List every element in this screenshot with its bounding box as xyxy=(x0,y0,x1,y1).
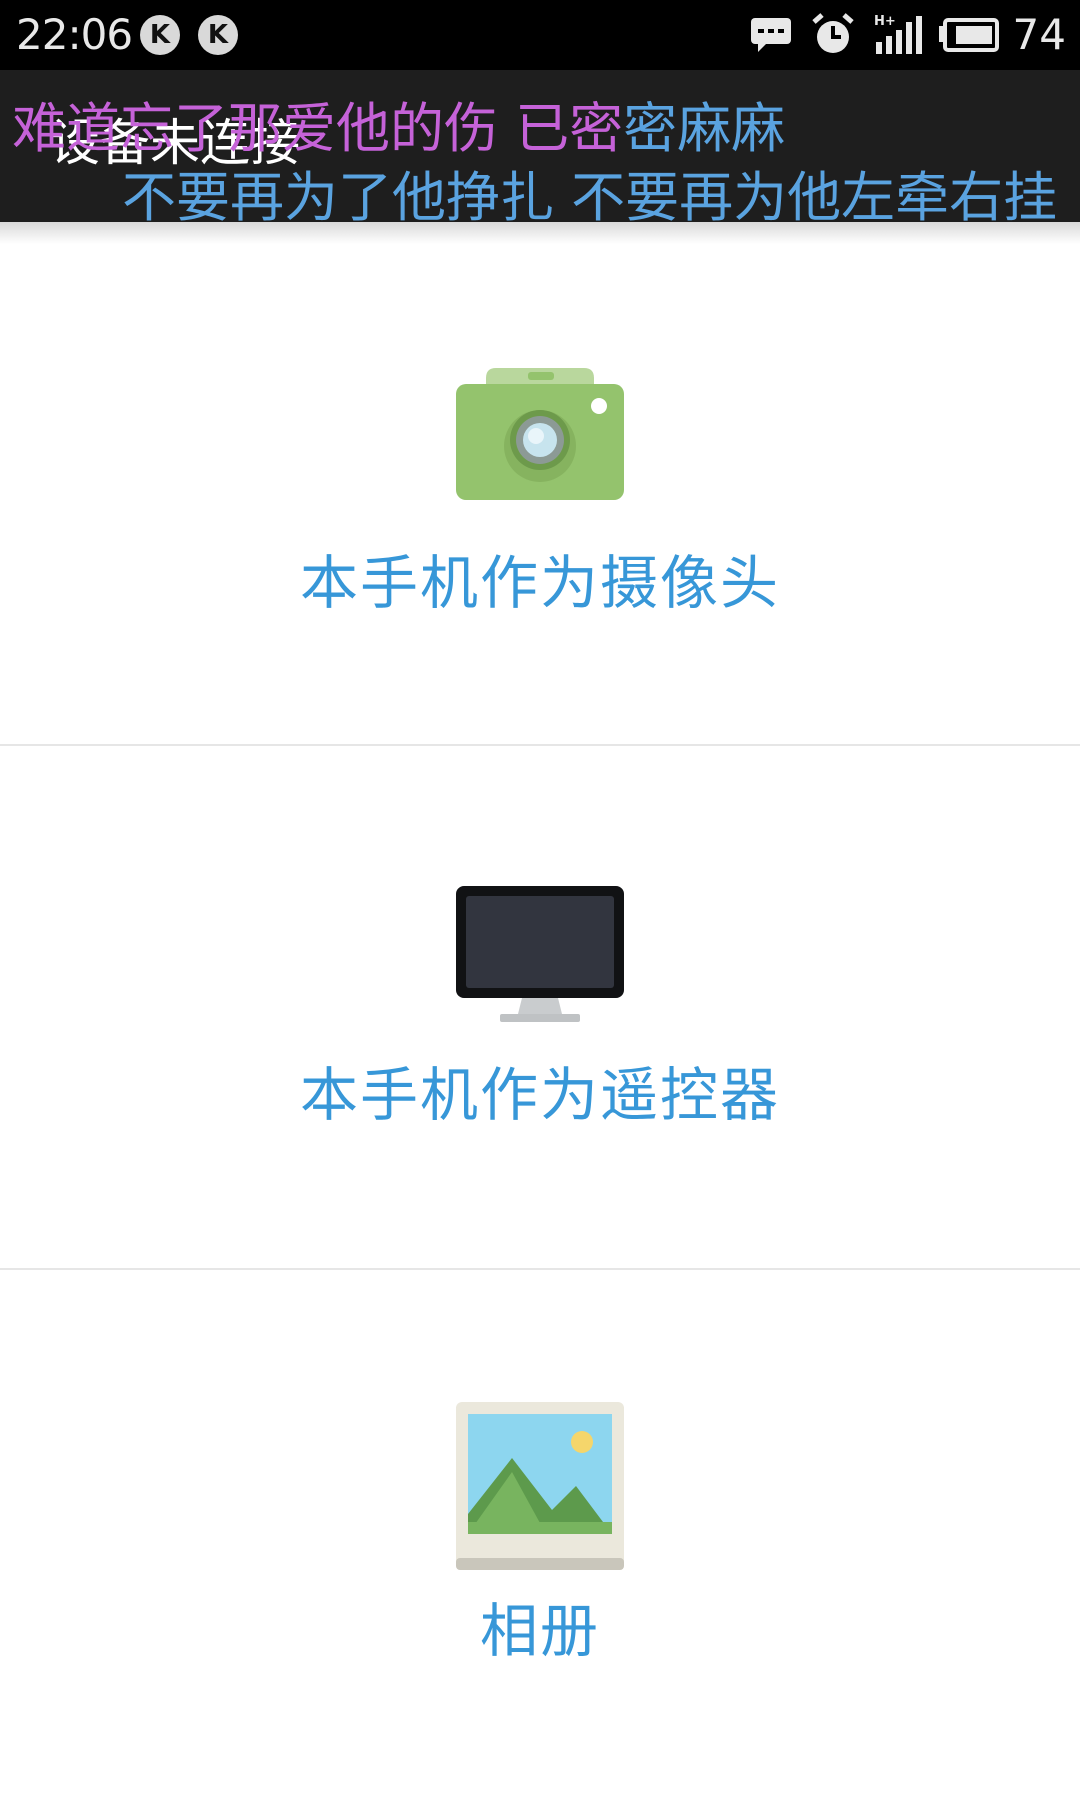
k-app-icon: K xyxy=(140,15,180,55)
battery-icon xyxy=(939,18,999,52)
camera-icon xyxy=(456,368,624,500)
photo-album-icon xyxy=(456,1402,624,1570)
title-bar: 设备未连接 难道忘了那爱他的伤 已密密麻麻 不要再为了他挣扎 不要再为他左牵右挂 xyxy=(0,70,1080,222)
photo-album-button[interactable]: 相册 xyxy=(0,1270,1080,1794)
lyric-line-1-part-b: 密麻麻 xyxy=(623,97,786,160)
message-icon xyxy=(751,18,791,52)
lyric-line-1-part-a: 难道忘了那爱他的伤 已密 xyxy=(12,97,624,160)
monitor-icon xyxy=(456,886,624,1022)
signal-icon: H+ xyxy=(874,14,922,54)
battery-percent: 74 xyxy=(1012,10,1066,59)
lyric-overlay-line-2: 不要再为了他挣扎 不要再为他左牵右挂 xyxy=(122,166,1058,222)
remote-mode-button[interactable]: 本手机作为遥控器 xyxy=(0,746,1080,1270)
camera-mode-label: 本手机作为摄像头 xyxy=(299,549,780,617)
remote-mode-label: 本手机作为遥控器 xyxy=(299,1061,780,1129)
status-time: 22:06 xyxy=(16,10,133,59)
alarm-icon xyxy=(812,13,854,53)
status-bar: 22:06 K K H+ 74 xyxy=(0,0,1080,70)
k-app-icon: K xyxy=(198,15,238,55)
signal-type-label: H+ xyxy=(874,14,896,29)
lyric-overlay-line-1: 难道忘了那爱他的伤 已密密麻麻 xyxy=(12,94,785,164)
photo-album-label: 相册 xyxy=(479,1597,600,1665)
camera-mode-button[interactable]: 本手机作为摄像头 xyxy=(0,222,1080,746)
